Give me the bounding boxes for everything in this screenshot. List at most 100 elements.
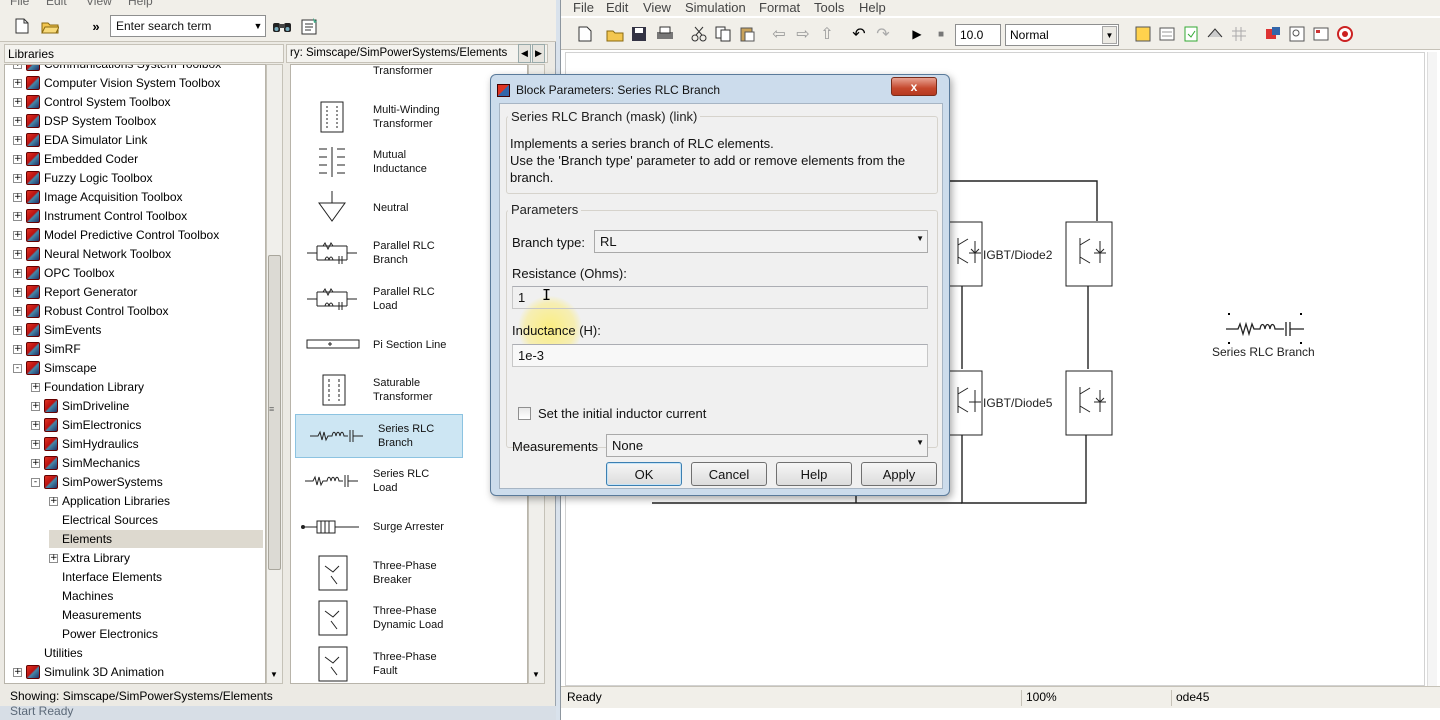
block-list-item[interactable]: Three-Phase Breaker: [291, 551, 459, 595]
tree-item[interactable]: + SimMechanics: [31, 454, 140, 472]
expand-icon[interactable]: +: [13, 667, 22, 677]
measurements-dropdown-icon[interactable]: ▼: [916, 438, 924, 447]
open-icon[interactable]: [603, 22, 627, 46]
tree-item[interactable]: + Extra Library: [49, 549, 130, 567]
tree-item[interactable]: + SimDriveline: [31, 397, 129, 415]
expand-icon[interactable]: +: [31, 401, 40, 411]
block-list-item[interactable]: Neutral: [291, 186, 459, 230]
block-list-item[interactable]: Pi Section Line: [291, 323, 459, 367]
expand-icon[interactable]: +: [49, 553, 58, 563]
redo-icon[interactable]: ↷: [871, 22, 895, 46]
model-menu-help[interactable]: Help: [859, 0, 886, 15]
nav-forward-icon[interactable]: ▶: [532, 44, 545, 63]
tree-item[interactable]: Interface Elements: [49, 568, 162, 586]
expand-icon[interactable]: +: [49, 496, 58, 506]
expand-icon[interactable]: +: [13, 173, 22, 183]
block-list-item[interactable]: Parallel RLC Branch: [291, 231, 459, 275]
expand-icon[interactable]: +: [13, 268, 22, 278]
tree-item[interactable]: + Instrument Control Toolbox: [13, 207, 187, 225]
tree-item[interactable]: Utilities: [31, 644, 83, 662]
expand-icon[interactable]: +: [13, 135, 22, 145]
expand-icon[interactable]: +: [13, 116, 22, 126]
model-menu-tools[interactable]: Tools: [814, 0, 844, 15]
zoom-icon[interactable]: [1285, 22, 1309, 46]
run-icon[interactable]: ▶: [905, 22, 929, 46]
tree-item[interactable]: + Image Acquisition Toolbox: [13, 188, 183, 206]
block-list-item[interactable]: Series RLC Branch: [295, 413, 463, 458]
expand-icon[interactable]: +: [13, 192, 22, 202]
tree-item[interactable]: Electrical Sources: [49, 511, 158, 529]
tree-item[interactable]: + SimHydraulics: [31, 435, 139, 453]
expand-icon[interactable]: +: [31, 420, 40, 430]
branch-type-select[interactable]: RL ▼: [594, 230, 928, 253]
series-rlc-block[interactable]: [1226, 313, 1304, 344]
block-list-item[interactable]: Surge Arrester: [291, 505, 459, 549]
tree-item[interactable]: + Embedded Coder: [13, 150, 138, 168]
tree-item[interactable]: + EDA Simulator Link: [13, 131, 147, 149]
save-icon[interactable]: [627, 22, 651, 46]
inductance-field[interactable]: 1e-3: [512, 344, 928, 367]
tree-item[interactable]: - Simscape: [13, 359, 97, 377]
tree-item[interactable]: + Report Generator: [13, 283, 137, 301]
sim-mode-dropdown-icon[interactable]: ▼: [1102, 26, 1117, 44]
tree-item[interactable]: + OPC Toolbox: [13, 264, 114, 282]
nav-back-icon[interactable]: ◀: [518, 44, 531, 63]
block-list-item[interactable]: Saturable Transformer: [291, 368, 459, 412]
chevron-more-icon[interactable]: »: [84, 14, 108, 38]
library-properties-icon[interactable]: [298, 14, 322, 38]
undo-icon[interactable]: ↶: [847, 22, 871, 46]
tree-item[interactable]: + Control System Toolbox: [13, 93, 171, 111]
search-input[interactable]: Enter search term: [110, 15, 266, 37]
open-folder-icon[interactable]: [38, 14, 62, 38]
menu-help[interactable]: Help: [128, 0, 153, 8]
expand-icon[interactable]: +: [13, 249, 22, 259]
expand-icon[interactable]: +: [31, 458, 40, 468]
igbt-block-5[interactable]: [1065, 370, 1113, 436]
tree-item[interactable]: +Simulink Coder: [13, 682, 125, 683]
stop-time-input[interactable]: 10.0: [955, 24, 1001, 46]
back-arrow-icon[interactable]: ⇦: [767, 22, 791, 46]
model-menu-edit[interactable]: Edit: [606, 0, 628, 15]
up-arrow-icon[interactable]: ⇧: [815, 22, 839, 46]
apply-button[interactable]: Apply: [861, 462, 937, 486]
build-icon[interactable]: [1131, 22, 1155, 46]
initial-current-checkbox[interactable]: [518, 407, 531, 420]
new-icon[interactable]: [573, 22, 597, 46]
igbt-block-4[interactable]: [947, 370, 983, 436]
expand-icon[interactable]: +: [13, 97, 22, 107]
tree-item[interactable]: Power Electronics: [49, 625, 158, 643]
tree-item[interactable]: + Application Libraries: [49, 492, 170, 510]
help-target-icon[interactable]: [1333, 22, 1357, 46]
block-list-item[interactable]: Three-Phase Dynamic Load: [291, 596, 459, 640]
branch-type-dropdown-icon[interactable]: ▼: [916, 234, 924, 243]
expand-icon[interactable]: +: [13, 230, 22, 240]
tree-item[interactable]: + Neural Network Toolbox: [13, 245, 171, 263]
print-icon[interactable]: [653, 22, 677, 46]
paste-icon[interactable]: [735, 22, 759, 46]
expand-icon[interactable]: +: [13, 65, 22, 69]
tree-item[interactable]: + DSP System Toolbox: [13, 112, 156, 130]
list-scroll-down-icon[interactable]: ▼: [532, 670, 540, 679]
new-model-icon[interactable]: [10, 14, 34, 38]
tree-item[interactable]: + Computer Vision System Toolbox: [13, 74, 220, 92]
debug-icon[interactable]: [1179, 22, 1203, 46]
tree-item[interactable]: + Foundation Library: [31, 378, 144, 396]
collapse-icon[interactable]: -: [13, 363, 22, 373]
tree-item[interactable]: + Communications System Toolbox: [13, 65, 221, 73]
expand-icon[interactable]: +: [13, 287, 22, 297]
tree-item[interactable]: + SimElectronics: [31, 416, 141, 434]
scroll-down-icon[interactable]: ▼: [270, 670, 278, 679]
cut-icon[interactable]: [687, 22, 711, 46]
canvas-scrollbar[interactable]: [1427, 52, 1437, 686]
expand-icon[interactable]: +: [13, 211, 22, 221]
expand-icon[interactable]: +: [31, 439, 40, 449]
tree-item[interactable]: Machines: [49, 587, 113, 605]
copy-icon[interactable]: [711, 22, 735, 46]
tree-item[interactable]: + SimEvents: [13, 321, 101, 339]
menu-file[interactable]: File: [10, 0, 29, 8]
forward-arrow-icon[interactable]: ⇨: [791, 22, 815, 46]
resistance-field[interactable]: 1: [512, 286, 928, 309]
block-list-item[interactable]: Three-Phase Fault: [291, 642, 459, 683]
library-tree[interactable]: + Communications System Toolbox + Computer …: [4, 64, 266, 684]
expand-icon[interactable]: +: [31, 382, 40, 392]
